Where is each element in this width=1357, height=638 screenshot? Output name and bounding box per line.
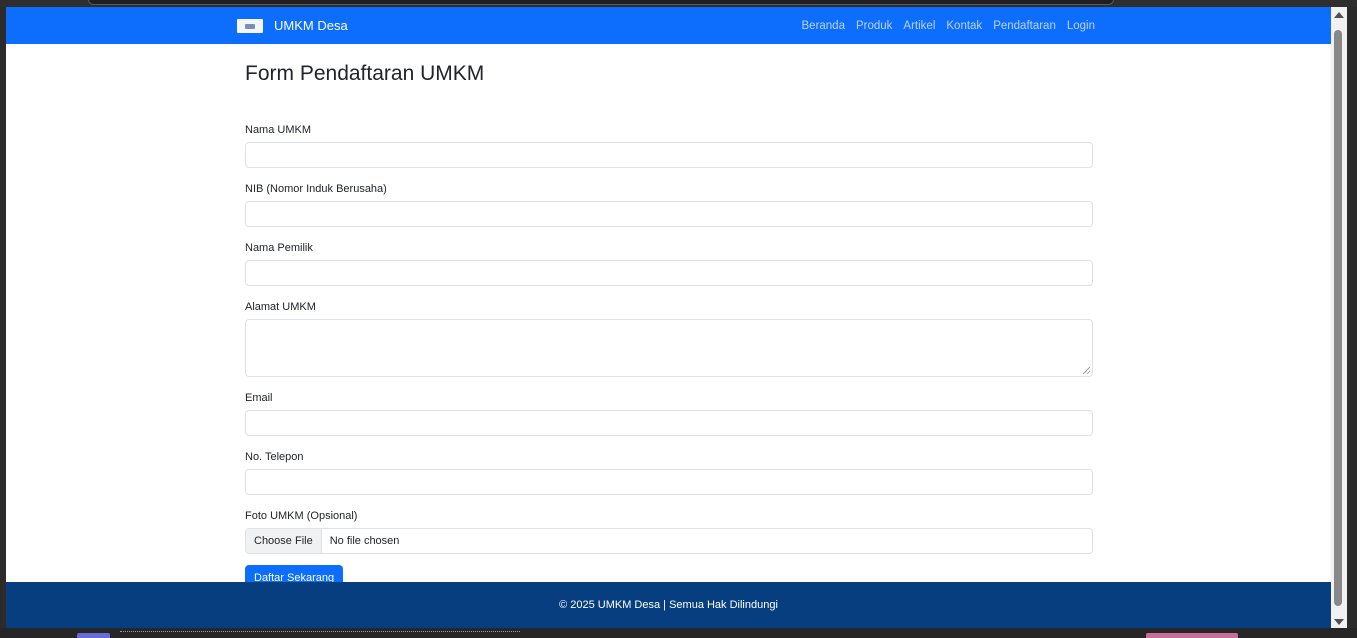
scroll-down-arrow-icon[interactable] <box>1334 619 1344 625</box>
footer: © 2025 UMKM Desa | Semua Hak Dilindungi <box>6 582 1331 628</box>
nav-link-beranda[interactable]: Beranda <box>802 20 845 32</box>
alamat-textarea[interactable] <box>245 319 1093 377</box>
brand-name: UMKM Desa <box>274 18 348 33</box>
taskbar-app-icon <box>1146 633 1238 638</box>
footer-copyright: © 2025 UMKM Desa | Semua Hak Dilindungi <box>559 599 778 611</box>
nav-link-produk[interactable]: Produk <box>856 20 892 32</box>
email-label: Email <box>245 392 273 404</box>
browser-top-edge <box>0 0 1357 7</box>
nib-input[interactable] <box>245 201 1093 227</box>
nama-pemilik-label: Nama Pemilik <box>245 242 313 254</box>
nav-link-artikel[interactable]: Artikel <box>903 20 935 32</box>
nav-link-kontak[interactable]: Kontak <box>946 20 982 32</box>
taskbar-divider <box>120 631 520 634</box>
nama-pemilik-input[interactable] <box>245 260 1093 286</box>
foto-label: Foto UMKM (Opsional) <box>245 510 358 522</box>
address-bar-edge <box>88 0 1114 5</box>
nav-link-pendaftaran[interactable]: Pendaftaran <box>993 20 1056 32</box>
taskbar-app-icon <box>77 633 110 638</box>
navbar: UMKM Desa Beranda Produk Artikel Kontak … <box>6 7 1331 44</box>
file-status-text: No file chosen <box>329 535 400 547</box>
nav-links: Beranda Produk Artikel Kontak Pendaftara… <box>802 7 1096 44</box>
scrollbar-thumb[interactable] <box>1334 30 1342 606</box>
registration-form: Form Pendaftaran UMKM Nama UMKM NIB (Nom… <box>245 44 1093 590</box>
alamat-label: Alamat UMKM <box>245 301 316 313</box>
telepon-input[interactable] <box>245 469 1093 495</box>
page-viewport: UMKM Desa Beranda Produk Artikel Kontak … <box>6 7 1331 628</box>
scroll-up-arrow-icon[interactable] <box>1334 12 1344 18</box>
window-right-edge <box>1347 7 1357 628</box>
taskbar-edge <box>0 628 1357 638</box>
email-input[interactable] <box>245 410 1093 436</box>
resize-grip-icon[interactable] <box>1083 367 1090 374</box>
nav-link-login[interactable]: Login <box>1067 20 1095 32</box>
nama-umkm-input[interactable] <box>245 142 1093 168</box>
page-title: Form Pendaftaran UMKM <box>245 62 485 85</box>
nama-umkm-label: Nama UMKM <box>245 124 312 136</box>
choose-file-button[interactable]: Choose File <box>246 529 322 553</box>
nib-label: NIB (Nomor Induk Berusaha) <box>245 183 387 195</box>
vertical-scrollbar[interactable] <box>1331 7 1347 628</box>
telepon-label: No. Telepon <box>245 451 304 463</box>
foto-file-input[interactable]: Choose File No file chosen <box>245 528 1093 554</box>
brand-link[interactable]: UMKM Desa <box>237 7 348 44</box>
brand-logo-icon <box>237 18 263 33</box>
